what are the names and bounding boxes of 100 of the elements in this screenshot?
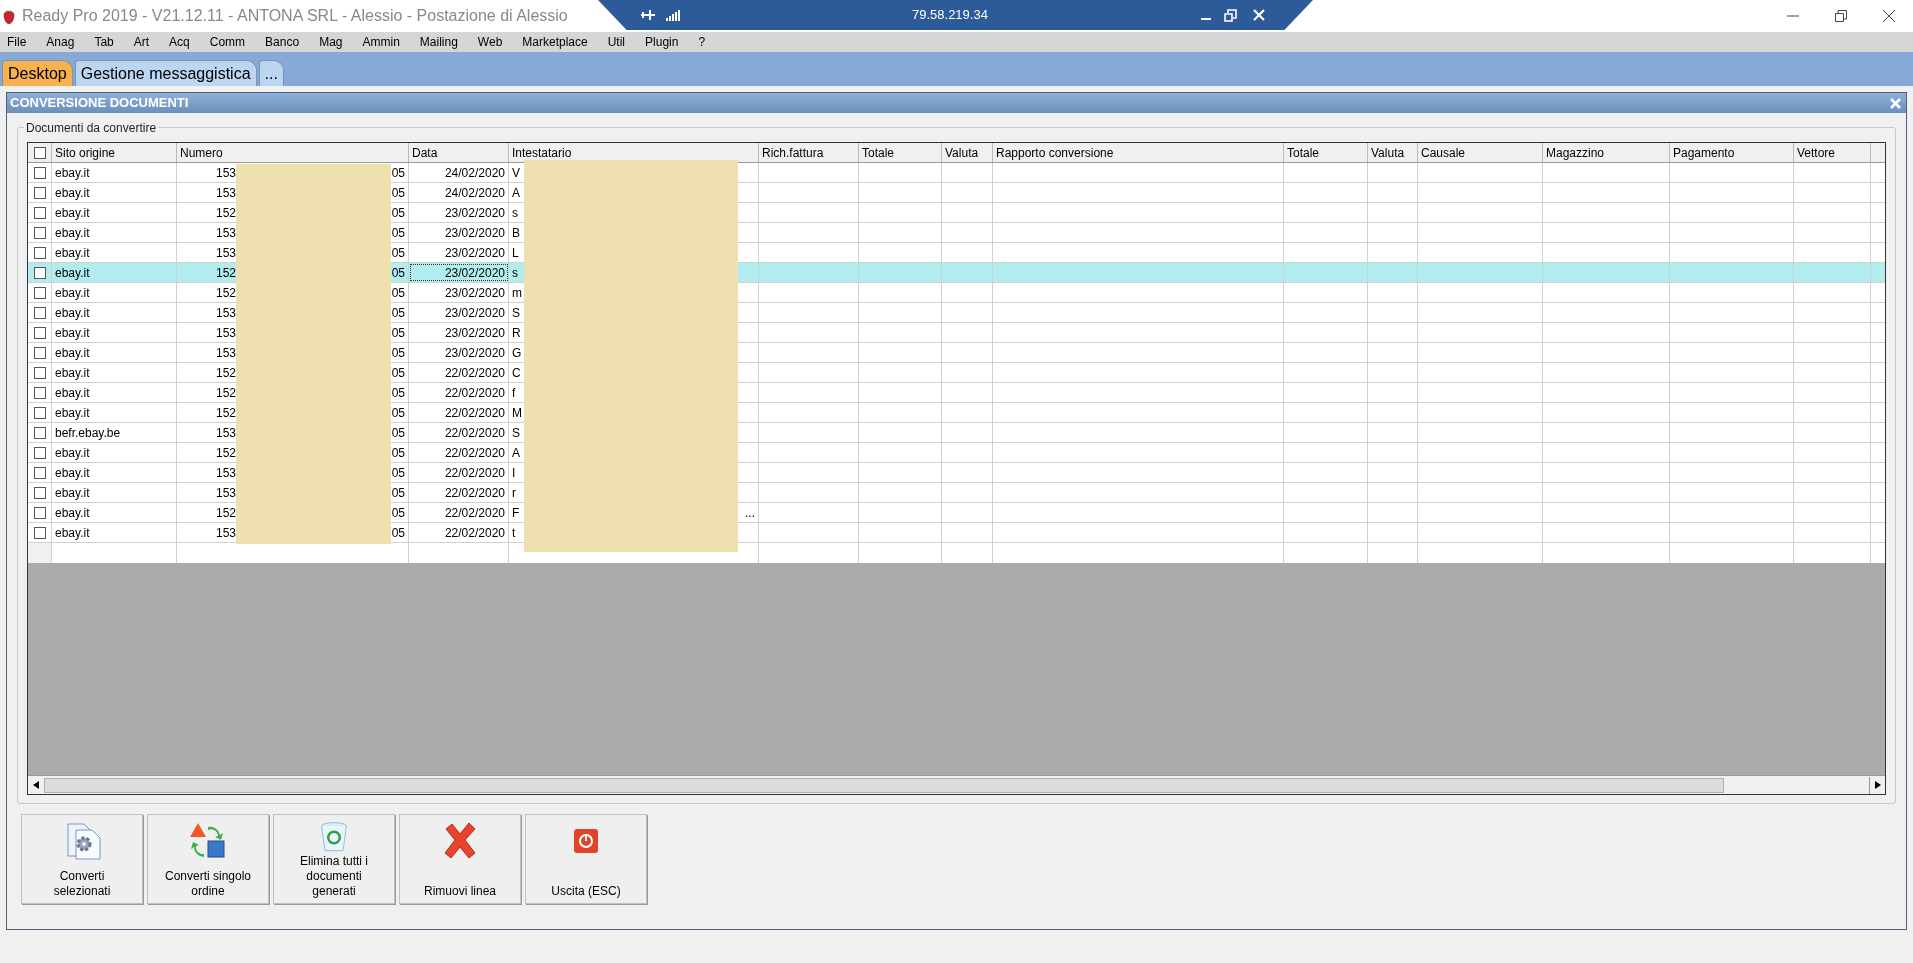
table-cell-text: 05	[391, 524, 405, 542]
restore-icon[interactable]	[1835, 10, 1847, 22]
checkbox[interactable]	[33, 366, 46, 379]
column-header[interactable]: Pagamento	[1670, 143, 1794, 162]
checkbox[interactable]	[33, 526, 46, 539]
menu-item[interactable]: Mag	[312, 33, 350, 51]
table-cell-text: 22/02/2020	[444, 384, 505, 402]
checkbox[interactable]	[33, 426, 46, 439]
table-cell-text: 23/02/2020	[444, 344, 505, 362]
table-cell-text: L	[512, 244, 519, 262]
table-cell-text: ebay.it	[55, 244, 90, 262]
table-cell-text: m	[512, 284, 522, 302]
table-cell-text: 153	[216, 304, 237, 322]
menu-item[interactable]: Comm	[202, 33, 253, 51]
table-cell-text: 152	[216, 364, 237, 382]
table-cell-text: 05	[391, 324, 405, 342]
menu-item[interactable]: Acq	[162, 33, 197, 51]
table-cell-text: 05	[391, 344, 405, 362]
checkbox[interactable]	[33, 446, 46, 459]
column-header[interactable]: Magazzino	[1543, 143, 1670, 162]
column-header[interactable]: Valuta	[942, 143, 993, 162]
table-cell-text: F	[512, 504, 520, 522]
table-cell-text: 152	[216, 504, 237, 522]
column-header[interactable]: Totale	[859, 143, 942, 162]
column-header[interactable]: Causale	[1418, 143, 1543, 162]
checkbox[interactable]	[33, 306, 46, 319]
close-icon[interactable]	[1883, 10, 1895, 22]
ip-address: 79.58.219.34	[912, 6, 988, 25]
menu-item[interactable]: File	[0, 33, 34, 51]
table-cell-text: ebay.it	[55, 404, 90, 422]
menu-item[interactable]: Mailing	[412, 33, 465, 51]
table-cell-text: 05	[391, 484, 405, 502]
checkbox[interactable]	[33, 226, 46, 239]
checkbox[interactable]	[33, 206, 46, 219]
checkbox[interactable]	[33, 406, 46, 419]
checkbox[interactable]	[33, 246, 46, 259]
menu-item[interactable]: Banco	[258, 33, 307, 51]
menu-item[interactable]: Plugin	[638, 33, 686, 51]
column-header[interactable]: Valuta	[1368, 143, 1418, 162]
table-cell-text: 23/02/2020	[444, 264, 505, 282]
tab[interactable]: ...	[258, 60, 284, 86]
checkbox[interactable]	[33, 386, 46, 399]
checkbox[interactable]	[33, 146, 46, 159]
table-cell-text: 152	[216, 204, 237, 222]
checkbox[interactable]	[33, 266, 46, 279]
table-cell-text: 05	[391, 464, 405, 482]
table-cell-text: 22/02/2020	[444, 504, 505, 522]
checkbox[interactable]	[33, 186, 46, 199]
menu-item[interactable]: Tab	[87, 33, 121, 51]
pin-icon[interactable]	[640, 8, 656, 22]
column-header[interactable]: Numero	[177, 143, 409, 162]
column-header[interactable]: Sito origine	[52, 143, 177, 162]
toolbar-button[interactable]: Uscita (ESC)	[525, 814, 647, 904]
table-cell-text: 23/02/2020	[444, 244, 505, 262]
menu-item[interactable]: Ammin	[355, 33, 407, 51]
column-header[interactable]: Rapporto conversione	[993, 143, 1284, 162]
menu-item[interactable]: ?	[691, 33, 713, 51]
toolbar-button[interactable]: Converti singolo ordine	[147, 814, 269, 904]
menu-item[interactable]: Marketplace	[515, 33, 595, 51]
checkbox[interactable]	[33, 466, 46, 479]
table-cell-text: 153	[216, 164, 237, 182]
menu-item[interactable]: Web	[470, 33, 510, 51]
checkbox[interactable]	[33, 506, 46, 519]
table-cell-text: C	[512, 364, 521, 382]
horizontal-scrollbar[interactable]	[28, 775, 1885, 794]
table-cell-text: 152	[216, 444, 237, 462]
table-cell-text: s	[512, 264, 518, 282]
menu-item[interactable]: Anag	[39, 33, 82, 51]
table-cell-text: 05	[391, 504, 405, 522]
table-cell-text: 05	[391, 204, 405, 222]
table-cell-text: 153	[216, 484, 237, 502]
column-header[interactable]: Totale	[1284, 143, 1368, 162]
toolbar-button[interactable]: Elimina tutti i documenti generati	[273, 814, 395, 904]
table-cell-text: 153	[216, 324, 237, 342]
checkbox[interactable]	[33, 326, 46, 339]
column-header[interactable]: Data	[409, 143, 509, 162]
checkbox[interactable]	[33, 286, 46, 299]
table-cell-text: 22/02/2020	[444, 464, 505, 482]
table-cell-text: A	[512, 184, 520, 202]
table-cell-text: ebay.it	[55, 364, 90, 382]
column-header[interactable]: Rich.fattura	[759, 143, 859, 162]
tab[interactable]: Gestione messaggistica	[74, 60, 257, 86]
checkbox[interactable]	[33, 346, 46, 359]
table-cell-text: ebay.it	[55, 524, 90, 542]
checkbox[interactable]	[33, 486, 46, 499]
table-cell-text: ebay.it	[55, 204, 90, 222]
scrollbar-thumb[interactable]	[44, 777, 1724, 793]
tab[interactable]: Desktop	[2, 60, 73, 86]
table-cell-text: 152	[216, 384, 237, 402]
menu-item[interactable]: Util	[600, 33, 633, 51]
table-cell-text: 05	[391, 244, 405, 262]
menu-item[interactable]: Art	[126, 33, 157, 51]
column-header[interactable]: Vettore	[1794, 143, 1871, 162]
table-cell-text: r	[512, 484, 516, 502]
table-cell-text: 23/02/2020	[444, 224, 505, 242]
table-cell-text: 05	[391, 264, 405, 282]
toolbar-button[interactable]: Rimuovi linea	[399, 814, 521, 904]
table-cell-text: ebay.it	[55, 464, 90, 482]
toolbar-button[interactable]: Converti selezionati	[21, 814, 143, 904]
checkbox[interactable]	[33, 166, 46, 179]
